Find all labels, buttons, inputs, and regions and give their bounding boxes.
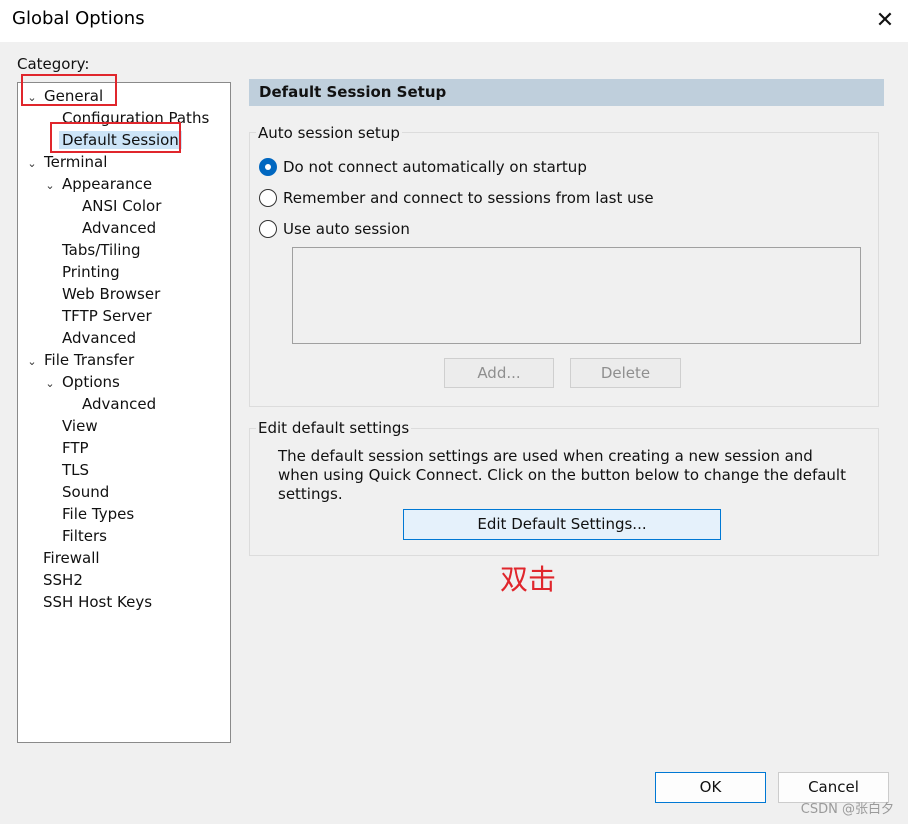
tree-item-printing[interactable]: Printing [62,261,120,283]
tree-item-label: Options [62,373,120,391]
double-click-annotation: 双击 [500,563,557,596]
radio-unchecked-icon[interactable] [259,220,277,238]
watermark: CSDN @张白夕 [800,802,894,817]
tree-item-label: File Types [62,505,135,523]
tree-item-ssh2[interactable]: SSH2 [43,569,83,591]
edit-defaults-description: The default session settings are used wh… [278,447,846,503]
tree-item-filters[interactable]: Filters [62,525,107,547]
tree-item-label: ANSI Color [82,197,162,215]
category-tree[interactable]: ⌄ General Configuration Paths Default Ses… [17,82,231,743]
radio-label: Use auto session [283,220,410,238]
chevron-down-icon[interactable]: ⌄ [44,373,56,395]
tree-item-label: Advanced [82,219,157,237]
tree-item-label: Printing [62,263,120,281]
tree-item-general[interactable]: ⌄ General [26,85,103,107]
ok-button[interactable]: OK [655,772,766,803]
auto-session-list[interactable] [292,247,861,344]
radio-label: Remember and connect to sessions from la… [283,189,654,207]
tree-item-label: Advanced [62,329,137,347]
chevron-down-icon[interactable]: ⌄ [26,351,38,373]
tree-item-label: Advanced [82,395,157,413]
radio-no-auto-connect[interactable]: Do not connect automatically on startup [259,156,587,178]
chevron-down-icon[interactable]: ⌄ [44,175,56,197]
close-icon: ✕ [875,7,895,33]
tree-item-view[interactable]: View [62,415,98,437]
tree-item-label: TFTP Server [62,307,152,325]
tree-item-appearance[interactable]: ⌄ Appearance [44,173,152,195]
tree-item-label: Sound [62,483,110,501]
tree-item-label: FTP [62,439,89,457]
tree-item-sound[interactable]: Sound [62,481,109,503]
tree-item-configuration-paths[interactable]: Configuration Paths [62,107,209,129]
tree-item-label: Terminal [44,153,108,171]
category-label: Category: [17,55,90,73]
radio-unchecked-icon[interactable] [259,189,277,207]
radio-use-auto-session[interactable]: Use auto session [259,218,410,240]
tree-item-tftp-server[interactable]: TFTP Server [62,305,152,327]
tree-item-options[interactable]: ⌄ Options [44,371,120,393]
tree-item-ftp[interactable]: FTP [62,437,89,459]
panel-header: Default Session Setup [249,79,884,106]
window-title: Global Options [12,8,145,29]
tree-item-default-session[interactable]: Default Session [59,129,182,151]
tree-item-file-types[interactable]: File Types [62,503,134,525]
tree-item-label: Web Browser [62,285,161,303]
chevron-down-icon[interactable]: ⌄ [26,87,38,109]
close-button[interactable]: ✕ [862,0,908,40]
tree-item-label: SSH Host Keys [43,593,153,611]
tree-item-ssh-host-keys[interactable]: SSH Host Keys [43,591,152,613]
tree-item-ansi-color[interactable]: ANSI Color [82,195,161,217]
radio-remember-sessions[interactable]: Remember and connect to sessions from la… [259,187,654,209]
tree-item-firewall[interactable]: Firewall [43,547,100,569]
tree-item-label: Tabs/Tiling [62,241,141,259]
tree-item-label: File Transfer [44,351,135,369]
radio-label: Do not connect automatically on startup [283,158,587,176]
chevron-down-icon[interactable]: ⌄ [26,153,38,175]
radio-checked-icon[interactable] [259,158,277,176]
tree-item-terminal-advanced[interactable]: Advanced [62,327,136,349]
tree-item-tls[interactable]: TLS [62,459,89,481]
add-button[interactable]: Add... [444,358,554,388]
title-bar: Global Options ✕ [0,0,908,42]
tree-item-label: TLS [62,461,90,479]
tree-item-tabs-tiling[interactable]: Tabs/Tiling [62,239,141,261]
tree-item-label: Configuration Paths [62,109,210,127]
tree-item-label: SSH2 [43,571,83,589]
tree-item-terminal[interactable]: ⌄ Terminal [26,151,107,173]
edit-defaults-group-title: Edit default settings [256,419,412,437]
edit-default-settings-button[interactable]: Edit Default Settings... [403,509,721,540]
delete-button[interactable]: Delete [570,358,681,388]
auto-session-group-title: Auto session setup [256,124,402,142]
tree-item-file-transfer[interactable]: ⌄ File Transfer [26,349,134,371]
tree-item-appearance-advanced[interactable]: Advanced [82,217,156,239]
tree-item-web-browser[interactable]: Web Browser [62,283,160,305]
tree-item-label: Default Session [59,131,182,149]
tree-item-label: View [62,417,98,435]
tree-item-label: General [44,87,104,105]
tree-item-label: Filters [62,527,107,545]
tree-item-options-advanced[interactable]: Advanced [82,393,156,415]
tree-item-label: Firewall [43,549,100,567]
tree-item-label: Appearance [62,175,153,193]
